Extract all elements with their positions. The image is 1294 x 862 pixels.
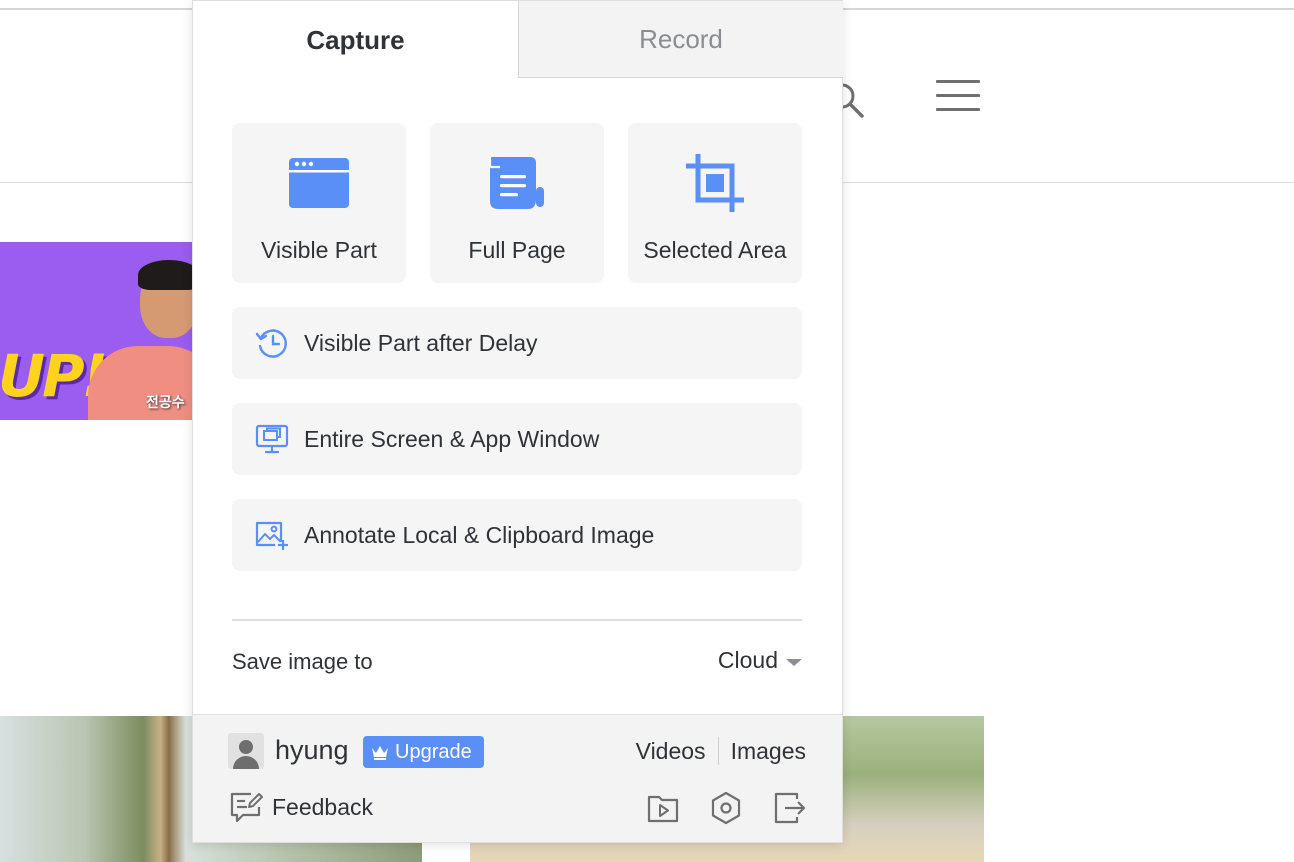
selected-area-label: Selected Area <box>643 237 787 263</box>
full-page-button[interactable]: Full Page <box>430 123 604 283</box>
section-divider <box>232 619 802 621</box>
entire-screen-button[interactable]: Entire Screen & App Window <box>232 403 802 475</box>
logout-icon[interactable] <box>773 791 807 825</box>
selected-area-button[interactable]: Selected Area <box>628 123 802 283</box>
full-page-label: Full Page <box>468 237 566 263</box>
crop-icon <box>683 151 747 215</box>
promo-banner-image[interactable]: UP! 전공수 <box>0 242 200 420</box>
save-destination-value: Cloud <box>717 647 778 673</box>
tab-record[interactable]: Record <box>518 1 843 78</box>
visible-part-delay-label: Visible Part after Delay <box>304 329 538 356</box>
entire-screen-label: Entire Screen & App Window <box>304 425 600 452</box>
annotate-image-button[interactable]: Annotate Local & Clipboard Image <box>232 499 802 571</box>
site-menu-icon[interactable] <box>936 80 980 116</box>
screen-windows-icon <box>254 421 290 457</box>
videos-link[interactable]: Videos <box>636 738 706 765</box>
link-separator <box>717 737 719 765</box>
feedback-label: Feedback <box>272 793 374 820</box>
delay-clock-icon <box>254 325 290 361</box>
username[interactable]: hyung <box>275 735 349 766</box>
tab-capture[interactable]: Capture <box>193 1 518 79</box>
visible-part-label: Visible Part <box>261 237 377 263</box>
settings-hex-icon[interactable] <box>709 791 743 825</box>
popup-footer: hyung Upgrade Videos Images Feedback <box>193 714 842 842</box>
upgrade-button[interactable]: Upgrade <box>363 736 484 768</box>
image-add-icon <box>254 517 290 553</box>
video-library-icon[interactable] <box>646 791 680 825</box>
upgrade-label: Upgrade <box>395 740 472 763</box>
scroll-page-icon <box>485 151 549 215</box>
avatar[interactable] <box>228 733 264 769</box>
annotate-image-label: Annotate Local & Clipboard Image <box>304 521 655 548</box>
images-link[interactable]: Images <box>731 738 806 765</box>
crown-icon <box>372 746 388 760</box>
visible-part-button[interactable]: Visible Part <box>232 123 406 283</box>
browser-window-icon <box>287 151 351 215</box>
save-image-label: Save image to <box>232 649 373 674</box>
footer-links: Videos Images <box>636 737 806 765</box>
popup-tabs: Capture Record <box>193 1 843 79</box>
feedback-icon <box>230 792 263 823</box>
capture-popup: Capture Record Visible Part Full Page Se… <box>192 0 843 843</box>
banner-caption: 전공수 <box>146 395 185 411</box>
save-destination-dropdown[interactable]: Cloud <box>718 647 802 674</box>
feedback-button[interactable]: Feedback <box>229 791 373 823</box>
chevron-down-icon <box>786 658 802 666</box>
visible-part-delay-button[interactable]: Visible Part after Delay <box>232 307 802 379</box>
